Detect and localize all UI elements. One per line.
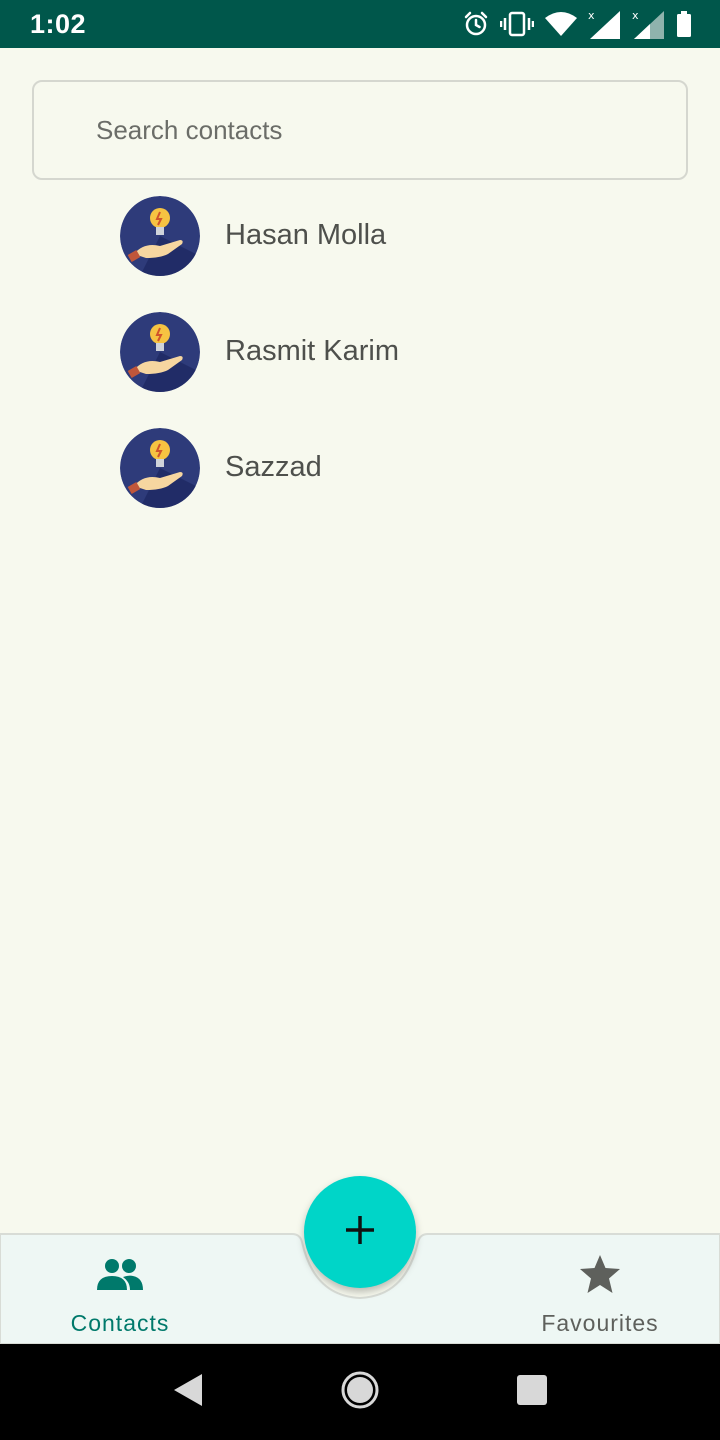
signal-icon: x bbox=[632, 9, 666, 39]
home-icon bbox=[341, 1371, 379, 1414]
contact-row[interactable]: Sazzad bbox=[0, 428, 720, 544]
people-icon bbox=[97, 1252, 143, 1296]
nav-item-favourites[interactable]: Favourites bbox=[480, 1232, 720, 1344]
svg-text:x: x bbox=[632, 9, 639, 22]
nav-label-favourites: Favourites bbox=[541, 1310, 659, 1336]
svg-text:x: x bbox=[588, 9, 595, 22]
contact-list: Hasan Molla Rasmit Karim Sazzad bbox=[0, 196, 720, 544]
alarm-icon bbox=[462, 10, 490, 38]
nav-item-contacts[interactable]: Contacts bbox=[0, 1232, 240, 1344]
contact-name: Hasan Molla bbox=[225, 219, 387, 251]
vibrate-icon bbox=[500, 10, 534, 38]
back-button[interactable] bbox=[140, 1344, 236, 1440]
contact-row[interactable]: Hasan Molla bbox=[0, 196, 720, 312]
lightbulb-hand-icon bbox=[120, 196, 200, 276]
contact-row[interactable]: Rasmit Karim bbox=[0, 312, 720, 428]
lightbulb-hand-icon bbox=[120, 312, 200, 392]
nav-label-contacts: Contacts bbox=[70, 1310, 170, 1336]
contact-name: Sazzad bbox=[225, 451, 322, 483]
add-contact-button[interactable] bbox=[304, 1176, 416, 1288]
search-box[interactable] bbox=[32, 80, 688, 180]
back-icon bbox=[172, 1373, 204, 1412]
plus-icon bbox=[344, 1214, 376, 1251]
status-bar: 1:02 x x bbox=[0, 0, 720, 48]
home-button[interactable] bbox=[312, 1344, 408, 1440]
status-icons: x x bbox=[462, 9, 692, 39]
status-time: 1:02 bbox=[30, 8, 87, 39]
recents-button[interactable] bbox=[484, 1344, 580, 1440]
recents-icon bbox=[516, 1374, 548, 1411]
wifi-icon bbox=[544, 11, 578, 37]
system-nav-bar bbox=[0, 1344, 720, 1440]
search-input[interactable] bbox=[96, 114, 636, 146]
lightbulb-hand-icon bbox=[120, 428, 200, 508]
battery-icon bbox=[676, 10, 692, 38]
signal-icon: x bbox=[588, 9, 622, 39]
star-icon bbox=[579, 1252, 621, 1296]
contact-name: Rasmit Karim bbox=[225, 335, 400, 367]
